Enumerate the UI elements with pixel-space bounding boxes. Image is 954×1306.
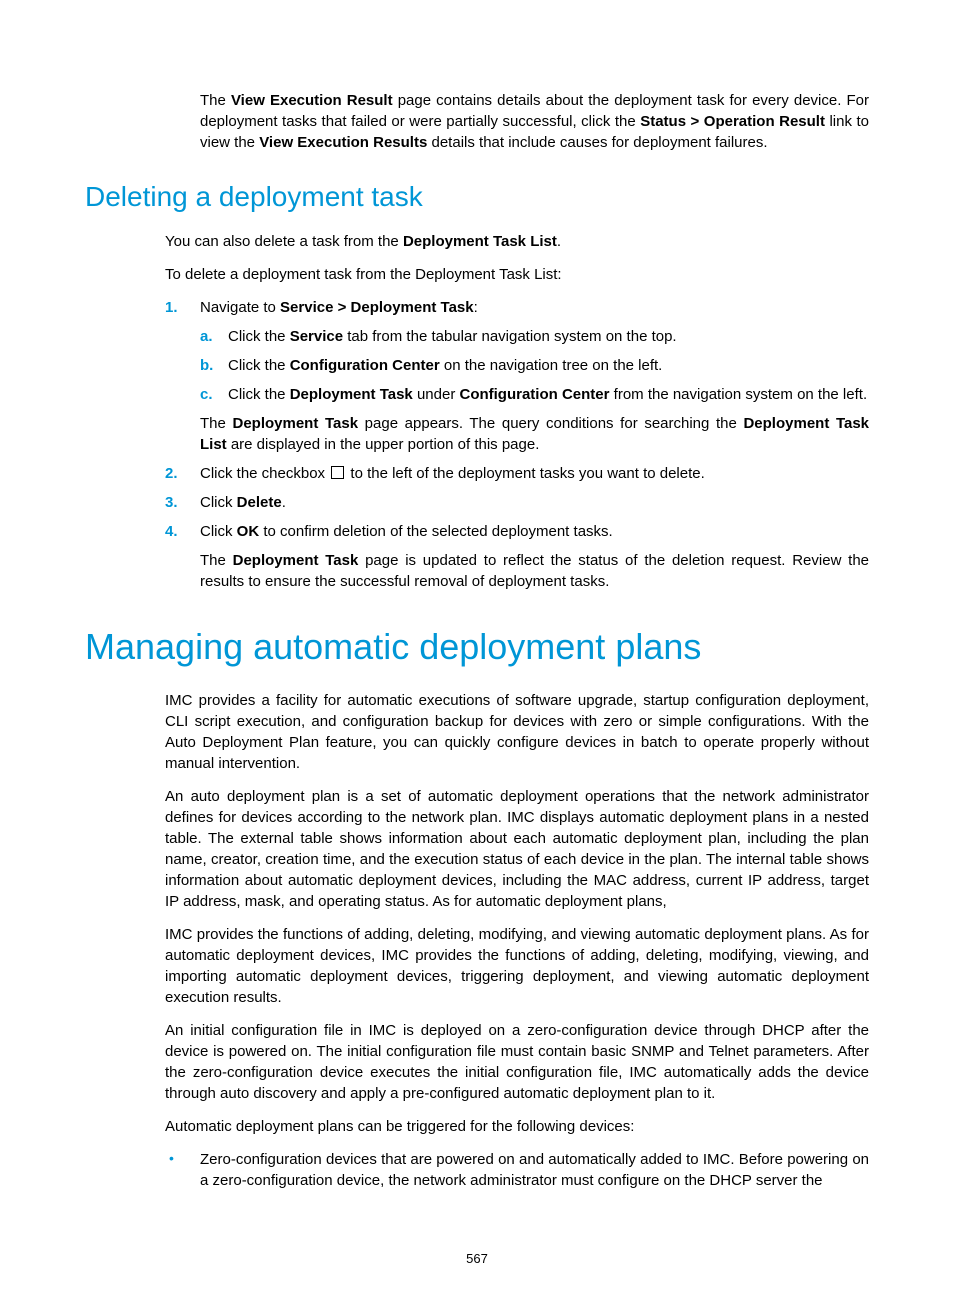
text-bold: View Execution Result xyxy=(231,92,393,109)
text: tab from the tabular navigation system o… xyxy=(343,328,677,345)
paragraph: IMC provides a facility for automatic ex… xyxy=(165,690,869,774)
text: Navigate to xyxy=(200,299,280,316)
step-2: 2. Click the checkbox to the left of the… xyxy=(165,463,869,484)
text: details that include causes for deployme… xyxy=(427,134,767,151)
paragraph: To delete a deployment task from the Dep… xyxy=(165,264,869,285)
text-bold: View Execution Results xyxy=(259,134,427,151)
list-item: Zero-configuration devices that are powe… xyxy=(165,1149,869,1191)
text-bold: Configuration Center xyxy=(459,386,609,403)
page-number: 567 xyxy=(85,1251,869,1266)
step-marker: 4. xyxy=(165,521,178,542)
paragraph: An initial configuration file in IMC is … xyxy=(165,1020,869,1104)
text: The xyxy=(200,92,231,109)
text-bold: Delete xyxy=(237,494,282,511)
text: : xyxy=(474,299,478,316)
text: . xyxy=(282,494,286,511)
substep-a: a. Click the Service tab from the tabula… xyxy=(200,326,869,347)
heading-managing-plans: Managing automatic deployment plans xyxy=(85,626,869,668)
substep-b: b. Click the Configuration Center on the… xyxy=(200,355,869,376)
text: Click the xyxy=(228,386,290,403)
paragraph: Automatic deployment plans can be trigge… xyxy=(165,1116,869,1137)
text-bold: Deployment Task xyxy=(290,386,413,403)
text: Click xyxy=(200,494,237,511)
text: to confirm deletion of the selected depl… xyxy=(259,523,613,540)
text: Click xyxy=(200,523,237,540)
text: page appears. The query conditions for s… xyxy=(358,415,743,432)
step-4: 4. Click OK to confirm deletion of the s… xyxy=(165,521,869,592)
text-bold: Service > Deployment Task xyxy=(280,299,474,316)
paragraph: You can also delete a task from the Depl… xyxy=(165,231,869,252)
substeps: a. Click the Service tab from the tabula… xyxy=(200,326,869,405)
intro-paragraph: The View Execution Result page contains … xyxy=(200,90,869,153)
step-marker: 3. xyxy=(165,492,178,513)
text-bold: Deployment Task xyxy=(233,552,359,569)
ordered-steps: 1. Navigate to Service > Deployment Task… xyxy=(165,297,869,592)
paragraph: An auto deployment plan is a set of auto… xyxy=(165,786,869,912)
text: to the left of the deployment tasks you … xyxy=(346,465,705,482)
text: The xyxy=(200,415,232,432)
text: from the navigation system on the left. xyxy=(609,386,867,403)
text-bold: Status > Operation Result xyxy=(640,113,825,130)
substep-marker: b. xyxy=(200,355,213,376)
text: The xyxy=(200,552,233,569)
paragraph: IMC provides the functions of adding, de… xyxy=(165,924,869,1008)
substep-marker: c. xyxy=(200,384,213,405)
text: . xyxy=(557,233,561,250)
step-marker: 1. xyxy=(165,297,178,318)
text: are displayed in the upper portion of th… xyxy=(227,436,540,453)
bullet-list: Zero-configuration devices that are powe… xyxy=(165,1149,869,1191)
heading-deleting-task: Deleting a deployment task xyxy=(85,181,869,213)
text: Click the xyxy=(228,328,290,345)
text-bold: Deployment Task xyxy=(232,415,358,432)
paragraph: The Deployment Task page is updated to r… xyxy=(200,550,869,592)
page: The View Execution Result page contains … xyxy=(0,0,954,1306)
text-bold: Service xyxy=(290,328,343,345)
text: on the navigation tree on the left. xyxy=(440,357,663,374)
step-3: 3. Click Delete. xyxy=(165,492,869,513)
paragraph: The Deployment Task page appears. The qu… xyxy=(200,413,869,455)
substep-marker: a. xyxy=(200,326,213,347)
text-bold: OK xyxy=(237,523,260,540)
step-marker: 2. xyxy=(165,463,178,484)
text: You can also delete a task from the xyxy=(165,233,403,250)
step-1: 1. Navigate to Service > Deployment Task… xyxy=(165,297,869,455)
text-bold: Deployment Task List xyxy=(403,233,557,250)
substep-c: c. Click the Deployment Task under Confi… xyxy=(200,384,869,405)
text: Click the xyxy=(228,357,290,374)
text: under xyxy=(413,386,460,403)
text-bold: Configuration Center xyxy=(290,357,440,374)
text: Click the checkbox xyxy=(200,465,329,482)
checkbox-icon xyxy=(331,466,344,479)
